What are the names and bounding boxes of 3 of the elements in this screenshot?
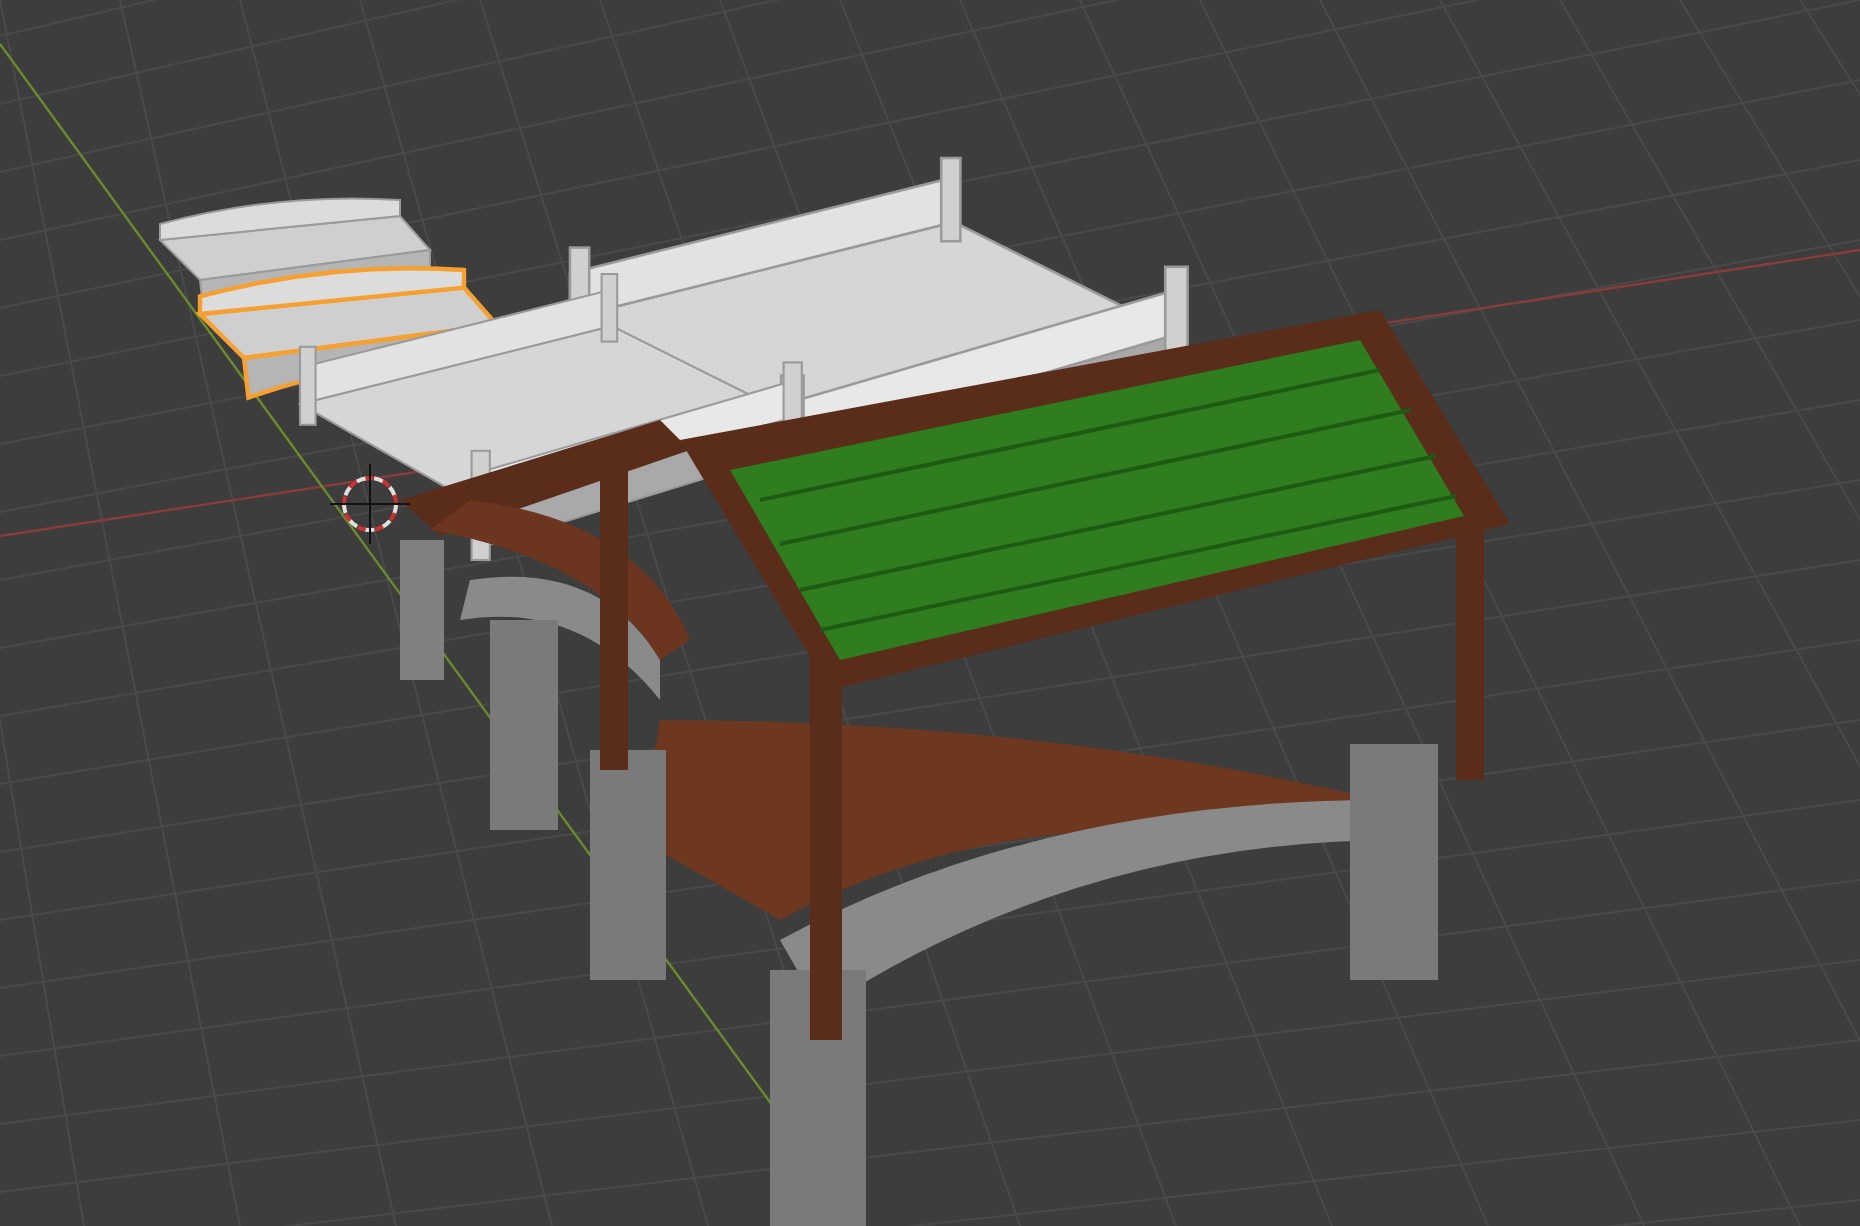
3d-viewport[interactable] (0, 0, 1860, 1226)
3d-cursor-icon[interactable] (329, 463, 411, 545)
bridge-models-drawing[interactable] (157, 156, 1510, 1226)
